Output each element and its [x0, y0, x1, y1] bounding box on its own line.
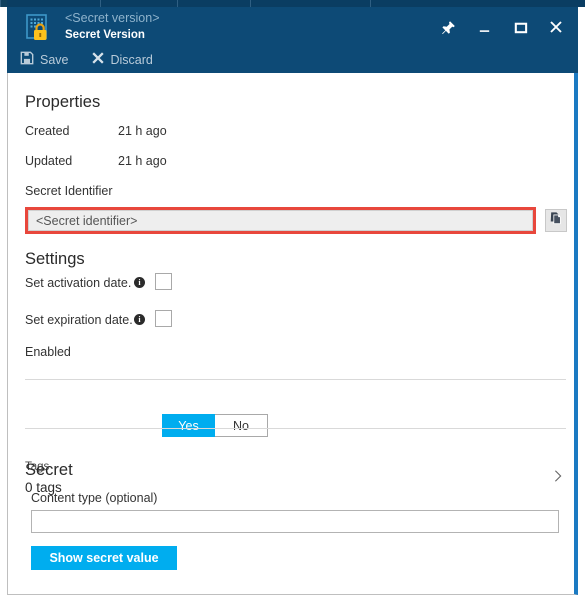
top-strip-separator — [100, 0, 101, 7]
activation-date-label: Set activation date. — [25, 276, 132, 290]
enabled-toggle: Yes No — [162, 414, 268, 437]
top-edge-strip — [0, 0, 585, 7]
expiration-info-icon[interactable]: i — [134, 314, 145, 325]
discard-button[interactable]: Discard — [91, 51, 153, 70]
secret-identifier-label: Secret Identifier — [25, 184, 113, 198]
blade-title: Secret Version — [65, 29, 145, 41]
expiration-date-checkbox[interactable] — [155, 310, 172, 327]
save-button[interactable]: Save — [20, 51, 69, 70]
divider — [25, 379, 566, 380]
titlebar: <Secret version> Secret Version — [7, 7, 578, 47]
save-label: Save — [40, 53, 69, 67]
minimize-icon[interactable] — [466, 10, 502, 44]
chevron-right-icon[interactable] — [551, 469, 565, 483]
copy-secret-identifier-button[interactable] — [545, 209, 567, 232]
blade-subtitle: <Secret version> — [65, 11, 160, 25]
updated-label: Updated — [25, 154, 73, 168]
secret-identifier-input[interactable] — [28, 210, 533, 231]
maximize-icon[interactable] — [502, 10, 538, 44]
expiration-date-label: Set expiration date. — [25, 313, 133, 327]
command-bar: Save Discard — [7, 47, 578, 73]
copy-clipboard-icon — [549, 211, 563, 230]
enabled-toggle-yes[interactable]: Yes — [162, 414, 215, 437]
secret-identifier-highlight — [25, 207, 536, 234]
secret-version-blade: <Secret version> Secret Version Save Dis… — [0, 0, 585, 602]
content-type-input[interactable] — [31, 510, 559, 533]
top-strip-separator — [177, 0, 178, 7]
properties-heading: Properties — [25, 93, 101, 111]
close-icon[interactable] — [538, 10, 574, 44]
top-strip-separator — [250, 0, 251, 7]
save-disk-icon — [20, 51, 34, 70]
enabled-label: Enabled — [25, 345, 71, 359]
discard-label: Discard — [110, 53, 153, 67]
enabled-toggle-no[interactable]: No — [215, 414, 268, 437]
top-strip-separator — [370, 0, 371, 7]
created-label: Created — [25, 124, 70, 138]
title-block: <Secret version> Secret Version — [65, 10, 160, 43]
blade-content: Properties Created 21 h ago Updated 21 h… — [7, 73, 578, 595]
top-strip-left-cap — [0, 0, 7, 7]
updated-value: 21 h ago — [118, 154, 167, 168]
top-strip-separator — [0, 0, 1, 7]
content-type-label: Content type (optional) — [31, 491, 158, 505]
divider — [25, 428, 566, 429]
show-secret-value-button[interactable]: Show secret value — [31, 546, 177, 570]
secret-heading: Secret — [25, 461, 73, 479]
activation-date-checkbox[interactable] — [155, 273, 172, 290]
activation-info-icon[interactable]: i — [134, 277, 145, 288]
created-value: 21 h ago — [118, 124, 167, 138]
settings-heading: Settings — [25, 250, 85, 268]
x-cross-icon — [91, 51, 105, 70]
key-vault-secret-icon — [23, 12, 55, 44]
window-controls — [430, 7, 574, 47]
pin-icon[interactable] — [430, 10, 466, 44]
